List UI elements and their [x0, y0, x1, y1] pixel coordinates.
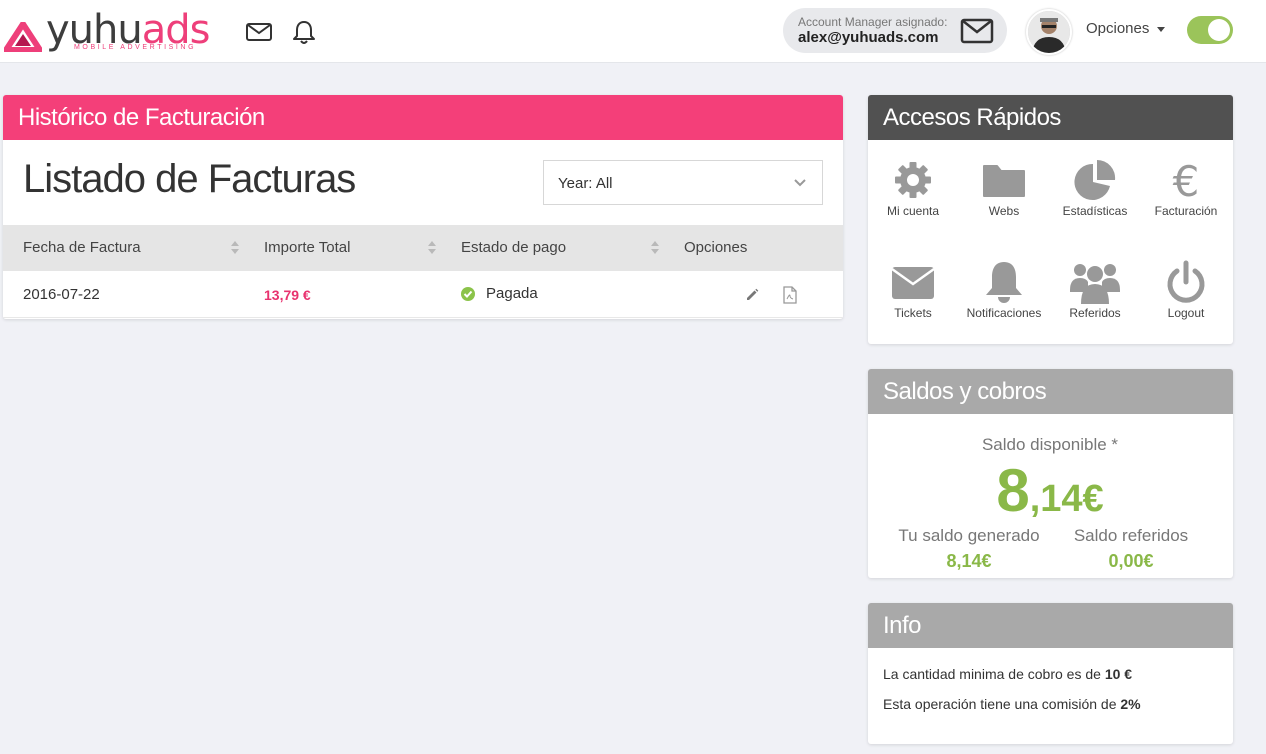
euro-icon: € [1173, 158, 1200, 202]
messages-icon[interactable] [245, 18, 273, 46]
sort-date-icon[interactable] [231, 241, 239, 255]
invoice-amount: 13,79 € [264, 287, 311, 303]
commission-value: 2% [1120, 696, 1141, 712]
payment-status: Pagada [486, 285, 538, 302]
chevron-down-icon [794, 179, 806, 187]
referrals-balance-label: Saldo referidos [1073, 526, 1189, 545]
quick-webs-label: Webs [988, 204, 1020, 218]
top-header: yuhuads MOBILE ADVERTISING Account Manag… [0, 0, 1266, 63]
options-dropdown[interactable]: Opciones [1086, 20, 1166, 37]
quick-estadisticas-label: Estadísticas [1062, 204, 1128, 218]
check-circle-icon [461, 287, 475, 301]
min-payout-value: 10 € [1104, 666, 1133, 682]
quick-access-panel: Accesos Rápidos Mi cuenta Webs Estadísti… [868, 95, 1233, 344]
invoice-list-title: Listado de Facturas [23, 157, 356, 201]
quick-tickets[interactable]: Tickets [868, 260, 958, 320]
pie-chart-icon [1074, 159, 1116, 200]
info-panel: Info La cantidad minima de cobro es de 1… [868, 603, 1233, 744]
info-title: Info [868, 603, 1233, 648]
quick-logout[interactable]: Logout [1141, 260, 1231, 320]
gear-icon [895, 162, 931, 198]
logo-tagline: MOBILE ADVERTISING [74, 44, 197, 51]
toggle-knob [1208, 19, 1230, 41]
commission-text: Esta operación tiene una comisión de 2% [883, 696, 1141, 712]
col-payment-status[interactable]: Estado de pago [461, 239, 566, 256]
referrals-balance-value: 0,00€ [1108, 551, 1154, 571]
yuhuads-logo[interactable]: yuhuads MOBILE ADVERTISING [4, 10, 210, 54]
mode-toggle[interactable] [1187, 16, 1233, 44]
power-icon [1167, 260, 1205, 303]
billing-history-title: Histórico de Facturación [3, 95, 843, 140]
min-payout-text: La cantidad minima de cobro es de 10 € [883, 666, 1133, 682]
generated-balance-value: 8,14€ [946, 551, 992, 571]
quick-notificaciones[interactable]: Notificaciones [959, 260, 1049, 320]
quick-webs[interactable]: Webs [959, 158, 1049, 218]
year-filter-value: Year: All [558, 175, 613, 192]
edit-pencil-icon[interactable] [744, 287, 760, 303]
notifications-bell-icon[interactable] [290, 18, 318, 46]
quick-logout-label: Logout [1167, 306, 1205, 320]
quick-facturacion[interactable]: € Facturación [1141, 158, 1231, 218]
user-avatar[interactable] [1026, 9, 1072, 55]
available-balance-label: Saldo disponible * [981, 435, 1119, 454]
users-icon [1070, 264, 1120, 304]
account-manager-label: Account Manager asignado: [798, 15, 948, 29]
bell-icon [986, 262, 1022, 303]
quick-facturacion-label: Facturación [1154, 204, 1218, 218]
invoice-date: 2016-07-22 [23, 286, 100, 303]
folder-icon [983, 165, 1025, 197]
quick-estadisticas[interactable]: Estadísticas [1050, 158, 1140, 218]
quick-notificaciones-label: Notificaciones [966, 306, 1042, 320]
logo-triangle-icon [4, 22, 42, 52]
generated-balance-label: Tu saldo generado [898, 526, 1040, 545]
svg-text:€: € [1173, 158, 1200, 202]
col-total-amount[interactable]: Importe Total [264, 239, 350, 256]
sort-status-icon[interactable] [651, 241, 659, 255]
available-balance-value: 8,14€ [996, 457, 1104, 524]
avatar-photo [1028, 11, 1070, 53]
balance-title: Saldos y cobros [868, 369, 1233, 414]
quick-mi-cuenta[interactable]: Mi cuenta [868, 158, 958, 218]
col-invoice-date[interactable]: Fecha de Factura [23, 239, 141, 256]
year-filter-select[interactable]: Year: All [543, 160, 823, 205]
col-options: Opciones [684, 239, 748, 256]
quick-referidos-label: Referidos [1069, 306, 1121, 320]
envelope-icon [891, 267, 935, 299]
table-row: 2016-07-22 13,79 € Pagada [3, 271, 843, 318]
sort-amount-icon[interactable] [428, 241, 436, 255]
billing-history-panel: Histórico de Facturación Listado de Fact… [3, 95, 843, 319]
quick-referidos[interactable]: Referidos [1050, 260, 1140, 320]
balance-panel: Saldos y cobros Saldo disponible * 8,14€… [868, 369, 1233, 578]
account-manager-pill[interactable]: Account Manager asignado: alex@yuhuads.c… [783, 8, 1007, 53]
quick-mi-cuenta-label: Mi cuenta [886, 204, 940, 218]
pdf-file-icon[interactable] [782, 286, 798, 304]
referrals-balance: Saldo referidos 0,00€ [1040, 526, 1222, 572]
caret-down-icon [1157, 26, 1166, 32]
quick-tickets-label: Tickets [894, 306, 932, 320]
quick-access-title: Accesos Rápidos [868, 95, 1233, 140]
envelope-icon[interactable] [960, 18, 994, 44]
account-manager-email[interactable]: alex@yuhuads.com [798, 29, 939, 46]
generated-balance: Tu saldo generado 8,14€ [878, 526, 1060, 572]
invoice-table-header: Fecha de Factura Importe Total Estado de… [3, 225, 843, 271]
